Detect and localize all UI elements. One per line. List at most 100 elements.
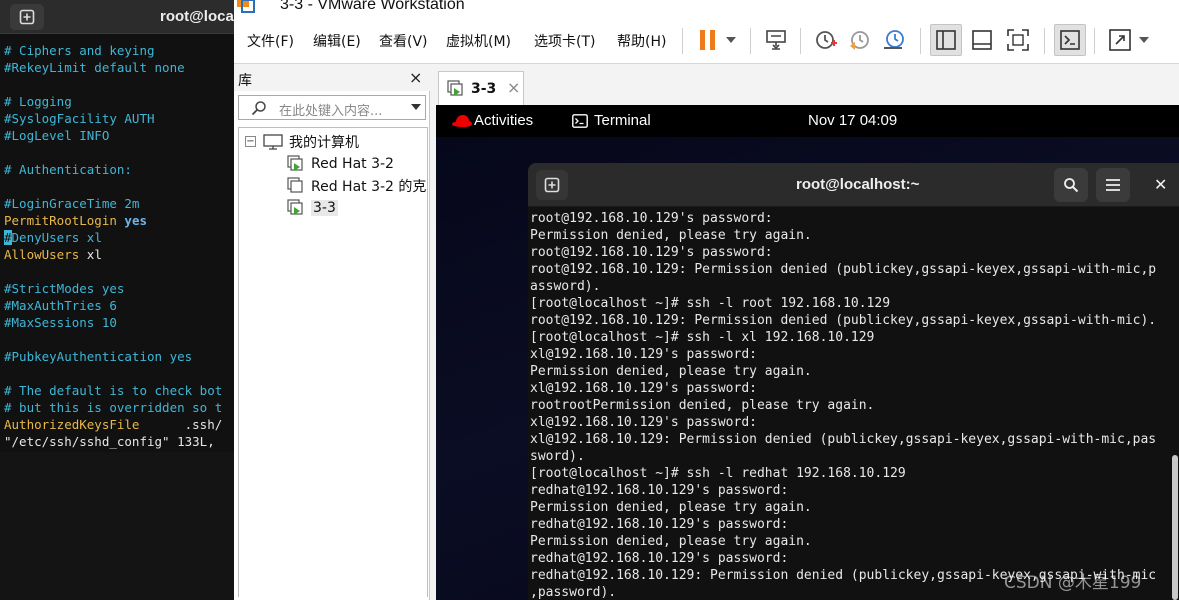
terminal-scrollbar[interactable] <box>1171 207 1179 600</box>
menu-edit[interactable]: 编辑(E) <box>313 31 361 51</box>
vim-token: #LoginGraceTime 2m <box>4 196 140 211</box>
vim-line: #PubkeyAuthentication yes <box>4 348 192 365</box>
vim-token: # The default is to check bot <box>4 383 223 398</box>
watermark: CSDN @木星199 <box>1004 573 1142 593</box>
toolbar-separator <box>920 28 921 54</box>
vim-line: # Logging <box>4 93 72 110</box>
vim-line: #MaxSessions 10 <box>4 314 117 331</box>
vim-token: "/etc/ssh/sshd_config" 133L, <box>4 434 215 449</box>
terminal-menu-button[interactable] <box>1096 168 1130 202</box>
vm-console[interactable]: Activities Terminal Nov 17 04:09 root@lo… <box>436 105 1179 600</box>
guest-terminal-title: root@localhost:~ <box>796 176 920 193</box>
send-ctrl-alt-del-button[interactable] <box>760 24 792 56</box>
terminal-line: root@192.168.10.129's password: <box>530 245 773 260</box>
vim-line: #DenyUsers xl <box>4 229 102 246</box>
vim-line: "/etc/ssh/sshd_config" 133L, <box>4 433 215 450</box>
tab-3-3[interactable]: 3-3 × <box>438 71 524 105</box>
tree-item-vm-0[interactable]: Red Hat 3-2 <box>287 153 394 175</box>
vim-token: # but this is overridden so t <box>4 400 223 415</box>
tree-item-label: 3-3 <box>311 200 338 216</box>
take-snapshot-button[interactable] <box>810 24 842 56</box>
vim-line: # but this is overridden so t <box>4 399 222 416</box>
vim-token: PermitRootLogin <box>4 213 117 228</box>
tree-item-my-computer[interactable]: 我的计算机 <box>263 131 359 153</box>
close-icon[interactable]: × <box>507 78 520 97</box>
terminal-line: [root@localhost ~]# ssh -l root 192.168.… <box>530 296 891 311</box>
stretch-button[interactable] <box>1104 24 1136 56</box>
vim-line: #LogLevel INFO <box>4 127 109 144</box>
revert-snapshot-icon <box>850 31 869 50</box>
guest-terminal-output[interactable]: root@192.168.10.129's password: Permissio… <box>528 207 1171 600</box>
toolbar-separator <box>800 28 801 54</box>
dropdown-arrow-icon <box>1139 37 1149 43</box>
vim-line: # Ciphers and keying <box>4 42 155 59</box>
gnome-top-bar: Activities Terminal Nov 17 04:09 <box>436 105 1179 137</box>
new-tab-icon <box>544 177 560 193</box>
menu-help[interactable]: 帮助(H) <box>617 31 666 51</box>
search-icon <box>251 101 266 116</box>
guest-terminal-header: root@localhost:~ ✕ <box>528 163 1179 207</box>
single-window-icon <box>972 30 992 50</box>
stretch-dropdown-button[interactable] <box>1134 24 1154 56</box>
guest-terminal-window: root@localhost:~ ✕ root@192.168.10.129's… <box>528 163 1179 600</box>
search-icon <box>1064 178 1079 193</box>
power-dropdown-button[interactable] <box>720 24 742 56</box>
vim-line: #SyslogFacility AUTH <box>4 110 155 127</box>
vmware-titlebar: 3-3 - VMware Workstation <box>234 0 1179 18</box>
terminal-line: xl@192.168.10.129: Permission denied (pu… <box>530 432 1157 447</box>
tree-item-vm-2[interactable]: 3-3 <box>287 197 338 219</box>
background-terminal-window: root@loca # Ciphers and keying #RekeyLimi… <box>0 0 234 600</box>
vim-line: #StrictModes yes <box>4 280 124 297</box>
console-view-button[interactable] <box>1054 24 1086 56</box>
menu-tabs[interactable]: 选项卡(T) <box>534 31 595 51</box>
terminal-line: Permission denied, please try again. <box>530 534 812 549</box>
clock[interactable]: Nov 17 04:09 <box>808 112 897 129</box>
vim-token: # Logging <box>4 94 72 109</box>
terminal-line: [root@localhost ~]# ssh -l xl 192.168.10… <box>530 330 875 345</box>
terminal-line: Permission denied, please try again. <box>530 500 812 515</box>
new-tab-button[interactable] <box>10 4 44 30</box>
terminal-search-button[interactable] <box>1054 168 1088 202</box>
window-title: 3-3 - VMware Workstation <box>280 0 465 13</box>
text-cursor: # <box>4 230 12 245</box>
revert-snapshot-button[interactable] <box>844 24 876 56</box>
vim-token: #SyslogFacility AUTH <box>4 111 155 126</box>
background-terminal-title: root@loca <box>160 8 234 25</box>
terminal-line: redhat@192.168.10.129's password: <box>530 483 789 498</box>
menu-view[interactable]: 查看(V) <box>379 31 428 51</box>
activities-button[interactable]: Activities <box>474 112 533 129</box>
dropdown-arrow-icon[interactable] <box>411 104 421 110</box>
terminal-line: root@192.168.10.129: Permission denied (… <box>530 313 1157 328</box>
vim-line: AuthorizedKeysFile .ssh/ <box>4 416 222 433</box>
fullscreen-icon <box>1007 29 1029 51</box>
menu-bar: 文件(F) 编辑(E) 查看(V) 虚拟机(M) 选项卡(T) 帮助(H) <box>234 18 1179 64</box>
menu-vm[interactable]: 虚拟机(M) <box>446 31 511 51</box>
terminal-line: redhat@192.168.10.129's password: <box>530 517 789 532</box>
library-view-button[interactable] <box>930 24 962 56</box>
send-ctrl-alt-del-icon <box>766 30 786 50</box>
terminal-line: assword). <box>530 279 601 294</box>
vim-token: #RekeyLimit default none <box>4 60 185 75</box>
close-icon[interactable]: × <box>409 68 422 87</box>
snapshot-manager-button[interactable] <box>878 24 910 56</box>
vim-editor[interactable]: # Ciphers and keying #RekeyLimit default … <box>0 34 234 452</box>
vim-token: DenyUsers xl <box>11 230 102 245</box>
redhat-icon <box>452 115 472 127</box>
vim-token: xl <box>79 247 102 262</box>
fullscreen-button[interactable] <box>1002 24 1034 56</box>
new-tab-button[interactable] <box>536 170 568 200</box>
tree-expander[interactable]: − <box>245 136 256 147</box>
vmware-app-icon <box>237 0 255 13</box>
library-search-input[interactable]: 在此处键入内容... <box>238 95 426 120</box>
single-window-button[interactable] <box>966 24 998 56</box>
app-menu-terminal[interactable]: Terminal <box>594 112 651 129</box>
tree-item-vm-1[interactable]: Red Hat 3-2 的克 <box>287 175 426 197</box>
terminal-line: xl@192.168.10.129's password: <box>530 381 757 396</box>
scrollbar-thumb[interactable] <box>1172 455 1178 600</box>
vmware-window: 3-3 - VMware Workstation 文件(F) 编辑(E) 查看(… <box>234 0 1179 600</box>
tab-label: 3-3 <box>471 81 497 97</box>
vim-token: yes <box>116 213 147 228</box>
menu-file[interactable]: 文件(F) <box>247 31 294 51</box>
close-icon[interactable]: ✕ <box>1154 175 1167 194</box>
tree-item-label: Red Hat 3-2 的克 <box>311 179 427 195</box>
